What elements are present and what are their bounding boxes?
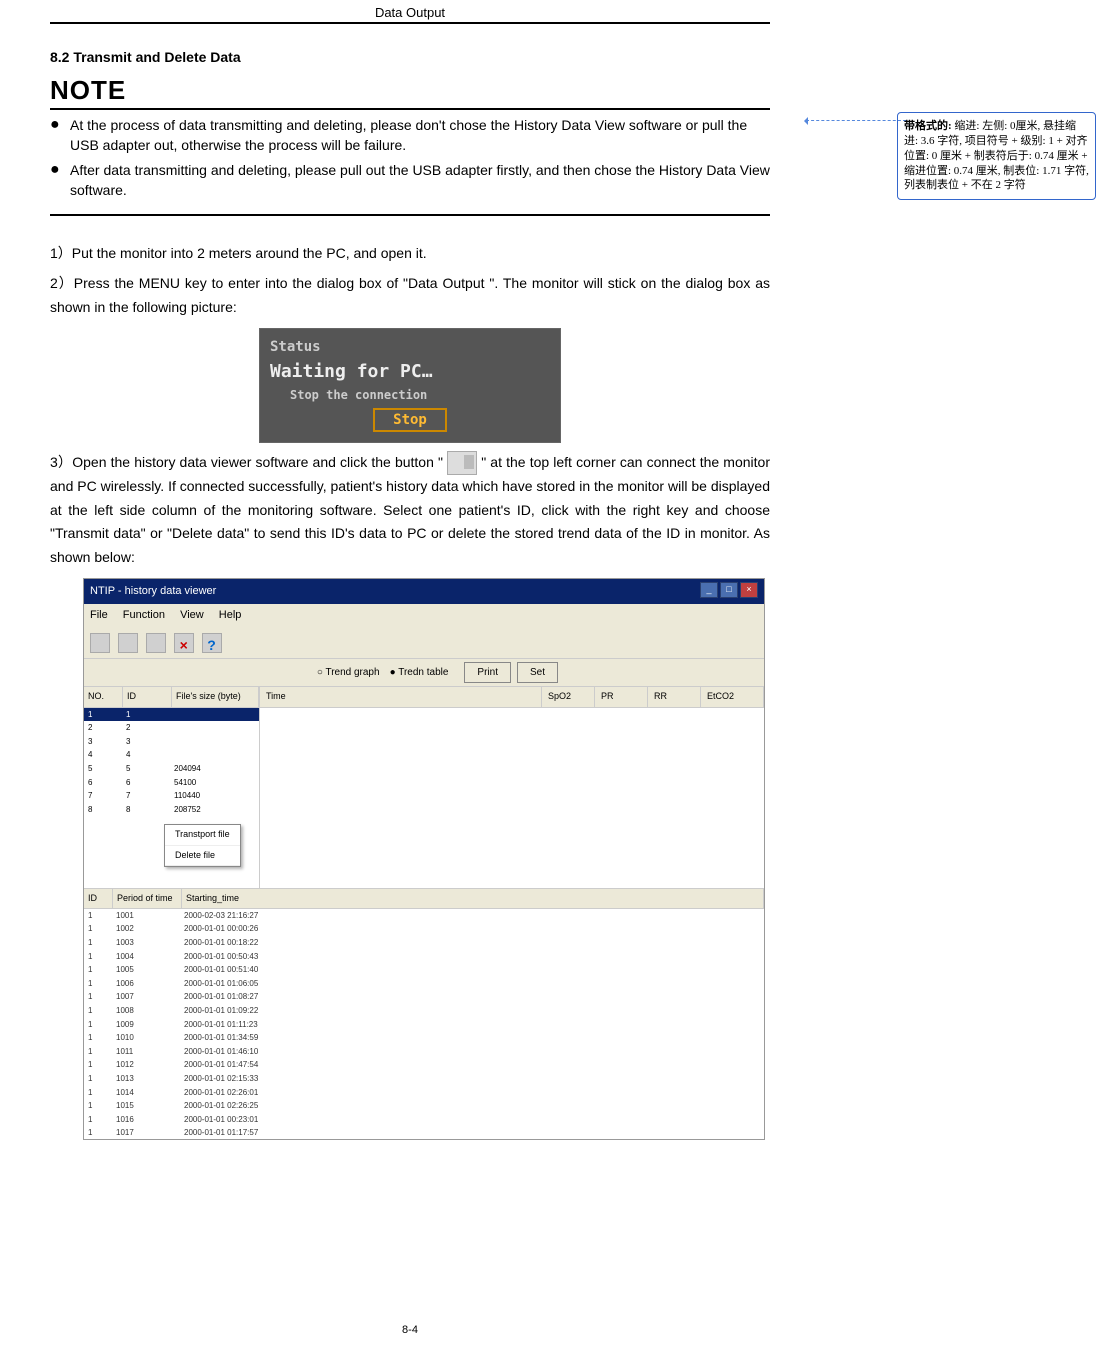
step-3-post: " at the top left corner can connect the… xyxy=(50,454,770,566)
table-row[interactable]: 88208752 xyxy=(84,803,259,817)
list-item[interactable]: 110112000-01-01 01:46:10 xyxy=(84,1045,764,1059)
monitor-dialog: Status Waiting for PC… Stop the connecti… xyxy=(259,328,561,443)
col-bot-period: Period of time xyxy=(113,889,182,908)
format-comment: 带格式的: 缩进: 左侧: 0厘米, 悬挂缩进: 3.6 字符, 项目符号 + … xyxy=(897,112,1096,200)
col-pr: PR xyxy=(595,687,648,706)
set-button[interactable]: Set xyxy=(517,662,558,683)
table-row[interactable]: 77110440 xyxy=(84,789,259,803)
table-row[interactable]: 55204094 xyxy=(84,762,259,776)
note-block: ● At the process of data transmitting an… xyxy=(50,115,770,216)
list-item[interactable]: 110162000-01-01 00:23:01 xyxy=(84,1113,764,1127)
menu-file[interactable]: File xyxy=(90,609,108,621)
section-title: 8.2 Transmit and Delete Data xyxy=(50,49,770,65)
window-title: NTIP - history data viewer xyxy=(90,582,216,601)
table-row[interactable]: 22 xyxy=(84,721,259,735)
step-3-pre: 3）Open the history data viewer software … xyxy=(50,454,447,470)
print-button[interactable]: Print xyxy=(464,662,511,683)
table-row[interactable]: 6654100 xyxy=(84,776,259,790)
col-filesize: File's size (byte) xyxy=(172,687,259,706)
status-text: Waiting for PC… xyxy=(270,361,550,382)
list-item[interactable]: 110132000-01-01 02:15:33 xyxy=(84,1072,764,1086)
list-item[interactable]: 110022000-01-01 00:00:26 xyxy=(84,922,764,936)
step-3: 3）Open the history data viewer software … xyxy=(50,451,770,570)
help-toolbar-icon[interactable]: ? xyxy=(202,633,222,653)
page-header: Data Output xyxy=(50,5,770,24)
save-toolbar-icon[interactable] xyxy=(118,633,138,653)
list-item[interactable]: 110122000-01-01 01:47:54 xyxy=(84,1058,764,1072)
col-time: Time xyxy=(260,687,542,706)
patient-list: 112233445520409466541007711044088208752 … xyxy=(84,708,259,888)
list-item[interactable]: 110082000-01-01 01:09:22 xyxy=(84,1004,764,1018)
step-1: 1）Put the monitor into 2 meters around t… xyxy=(50,242,770,266)
col-no: NO. xyxy=(84,687,123,706)
radio-trend-table[interactable]: ● Tredn table xyxy=(390,664,449,681)
list-item[interactable]: 110052000-01-01 00:51:40 xyxy=(84,963,764,977)
table-row[interactable]: 11 xyxy=(84,708,259,722)
list-item[interactable]: 110042000-01-01 00:50:43 xyxy=(84,950,764,964)
step-2: 2）Press the MENU key to enter into the d… xyxy=(50,272,770,320)
toolbar: × ? xyxy=(84,626,764,659)
table-row[interactable]: 44 xyxy=(84,748,259,762)
menu-view[interactable]: View xyxy=(180,609,204,621)
minimize-icon[interactable]: _ xyxy=(700,582,718,598)
context-menu: Transtport file Delete file xyxy=(164,824,241,867)
maximize-icon[interactable]: □ xyxy=(720,582,738,598)
page-number: 8-4 xyxy=(50,1324,770,1336)
connect-toolbar-icon[interactable] xyxy=(90,633,110,653)
comment-arrow-icon xyxy=(806,120,906,121)
connect-icon xyxy=(447,451,477,475)
list-item[interactable]: 110172000-01-01 01:17:57 xyxy=(84,1126,764,1139)
table-row[interactable]: 33 xyxy=(84,735,259,749)
col-id: ID xyxy=(123,687,172,706)
list-item[interactable]: 110102000-01-01 01:34:59 xyxy=(84,1031,764,1045)
app-screenshot: NTIP - history data viewer _ □ × File Fu… xyxy=(83,578,765,1140)
col-etco2: EtCO2 xyxy=(701,687,764,706)
col-bot-id: ID xyxy=(84,889,113,908)
list-item[interactable]: 110072000-01-01 01:08:27 xyxy=(84,990,764,1004)
search-toolbar-icon[interactable] xyxy=(146,633,166,653)
col-rr: RR xyxy=(648,687,701,706)
list-item[interactable]: 110092000-01-01 01:11:23 xyxy=(84,1018,764,1032)
note-text-2: After data transmitting and deleting, pl… xyxy=(70,160,770,201)
col-spo2: SpO2 xyxy=(542,687,595,706)
list-item[interactable]: 110142000-01-01 02:26:01 xyxy=(84,1086,764,1100)
list-item[interactable]: 110032000-01-01 00:18:22 xyxy=(84,936,764,950)
menu-bar: File Function View Help xyxy=(84,604,764,627)
ctx-transport[interactable]: Transtport file xyxy=(165,825,240,845)
ctx-delete[interactable]: Delete file xyxy=(165,846,240,866)
delete-toolbar-icon[interactable]: × xyxy=(174,633,194,653)
bullet-icon: ● xyxy=(50,115,70,156)
menu-function[interactable]: Function xyxy=(123,609,165,621)
col-bot-start: Starting_time xyxy=(182,889,764,908)
status-hint: Stop the connection xyxy=(290,388,550,402)
bullet-icon: ● xyxy=(50,160,70,201)
close-icon[interactable]: × xyxy=(740,582,758,598)
comment-bold: 带格式的: xyxy=(904,120,952,132)
list-item[interactable]: 110062000-01-01 01:06:05 xyxy=(84,977,764,991)
stop-button[interactable]: Stop xyxy=(373,408,447,432)
note-text-1: At the process of data transmitting and … xyxy=(70,115,770,156)
record-list: 110012000-02-03 21:16:27110022000-01-01 … xyxy=(84,909,764,1139)
status-label: Status xyxy=(270,339,550,355)
list-item[interactable]: 110012000-02-03 21:16:27 xyxy=(84,909,764,923)
radio-trend-graph[interactable]: ○ Trend graph xyxy=(317,664,380,681)
note-label: NOTE xyxy=(50,75,770,110)
menu-help[interactable]: Help xyxy=(219,609,242,621)
list-item[interactable]: 110152000-01-01 02:26:25 xyxy=(84,1099,764,1113)
